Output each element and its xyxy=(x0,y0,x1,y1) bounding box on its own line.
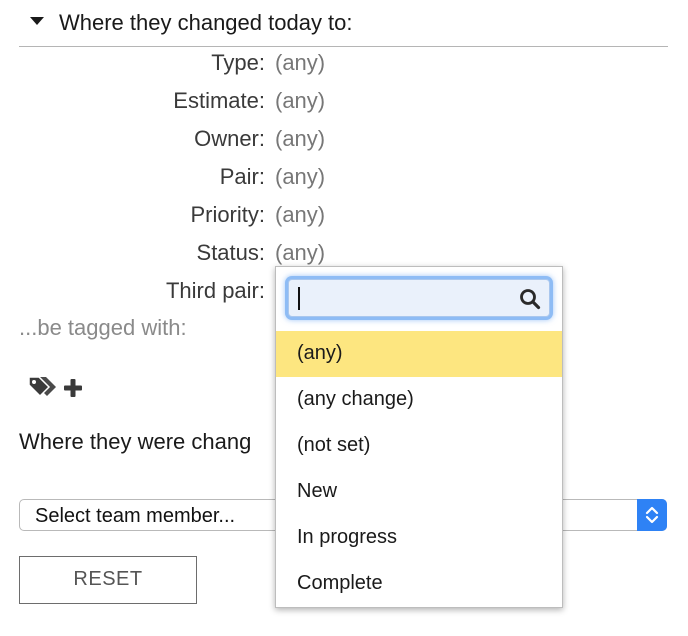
dropdown-option-new[interactable]: New xyxy=(276,469,562,515)
dropdown-search-box[interactable] xyxy=(288,279,550,317)
dropdown-option-label: (any) xyxy=(297,342,343,364)
tags-icon xyxy=(27,374,57,400)
select-stepper-icon[interactable] xyxy=(637,499,667,531)
search-icon xyxy=(519,288,541,310)
dropdown-option-any[interactable]: (any) xyxy=(276,331,562,377)
field-value-status[interactable]: (any) xyxy=(275,240,325,266)
disclosure-triangle-icon[interactable] xyxy=(30,17,44,25)
dropdown-option-any-change[interactable]: (any change) xyxy=(276,377,562,423)
add-tag-plus-icon[interactable] xyxy=(63,378,83,398)
filter-panel: Where they changed today to: Type: (any)… xyxy=(0,0,688,636)
tags-row xyxy=(27,372,97,402)
field-row-estimate: Estimate: (any) xyxy=(0,88,688,118)
field-label-type: Type: xyxy=(211,50,265,75)
field-label-status: Status: xyxy=(196,240,265,265)
field-label-estimate: Estimate: xyxy=(173,88,265,113)
reset-button[interactable]: RESET xyxy=(19,556,197,604)
dropdown-option-not-set[interactable]: (not set) xyxy=(276,423,562,469)
dropdown-option-label: In progress xyxy=(297,526,398,548)
field-value-pair[interactable]: (any) xyxy=(275,164,325,190)
dropdown-option-in-progress[interactable]: In progress xyxy=(276,515,562,561)
field-value-priority[interactable]: (any) xyxy=(275,202,325,228)
field-label-owner: Owner: xyxy=(194,126,265,151)
field-label-priority: Priority: xyxy=(190,202,265,227)
field-value-owner[interactable]: (any) xyxy=(275,126,325,152)
field-row-priority: Priority: (any) xyxy=(0,202,688,232)
text-caret xyxy=(298,287,300,310)
section-header[interactable]: Where they changed today to: xyxy=(19,6,668,47)
dropdown-search-input[interactable] xyxy=(297,283,511,315)
field-row-pair: Pair: (any) xyxy=(0,164,688,194)
team-member-select-value: Select team member... xyxy=(35,505,236,527)
changed-by-label: Where they were chang xyxy=(19,429,252,454)
field-value-estimate[interactable]: (any) xyxy=(275,88,325,114)
dropdown-option-label: New xyxy=(297,480,338,502)
field-value-type[interactable]: (any) xyxy=(275,50,325,76)
section-title: Where they changed today to: xyxy=(59,10,353,35)
field-row-type: Type: (any) xyxy=(0,50,688,80)
field-label-third-pair: Third pair: xyxy=(165,278,265,303)
tagged-with-label: ...be tagged with: xyxy=(19,315,187,340)
dropdown-search-area xyxy=(276,267,562,331)
dropdown-option-complete[interactable]: Complete xyxy=(276,561,562,607)
dropdown-option-label: (not set) xyxy=(297,434,371,456)
field-row-owner: Owner: (any) xyxy=(0,126,688,156)
dropdown-option-label: Complete xyxy=(297,572,383,594)
status-dropdown: (any) (any change) (not set) New In prog… xyxy=(275,266,563,608)
dropdown-option-label: (any change) xyxy=(297,388,414,410)
field-label-pair: Pair: xyxy=(219,164,265,189)
